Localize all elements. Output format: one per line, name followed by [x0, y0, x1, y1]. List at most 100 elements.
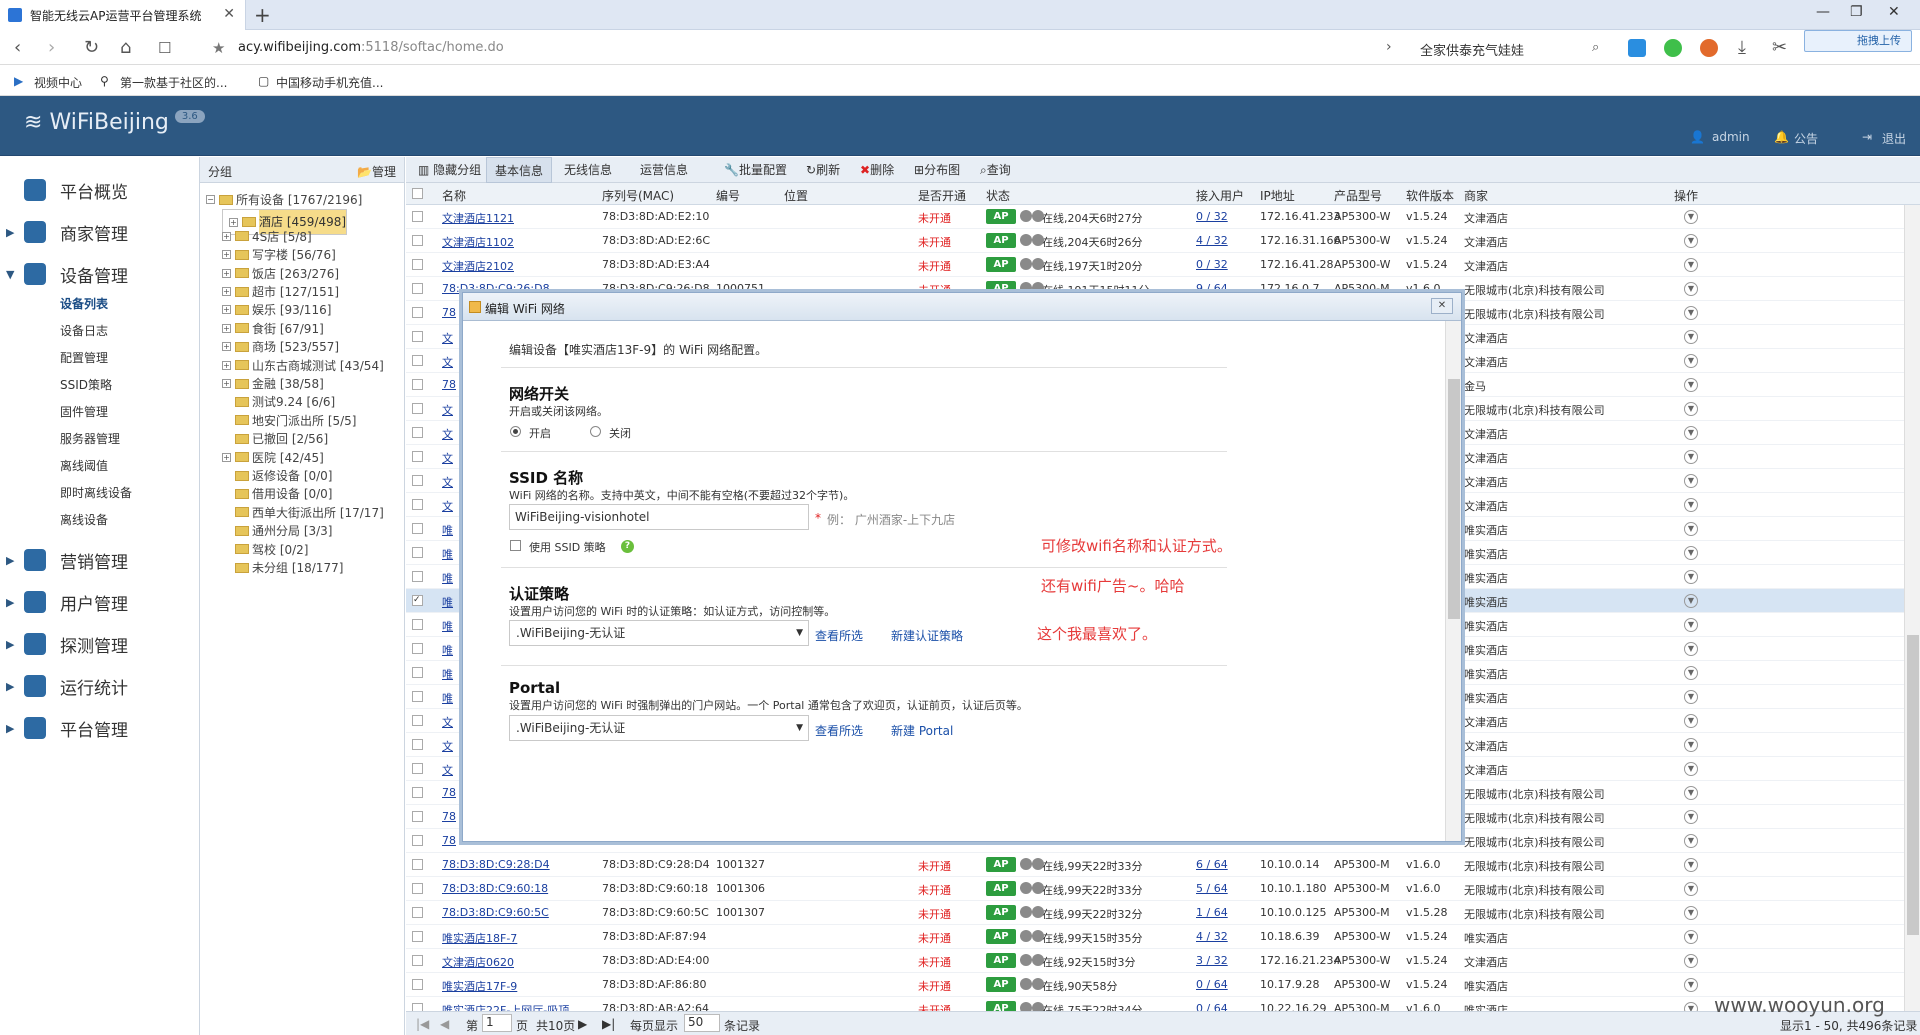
browser-tab[interactable]: 智能无线云AP运营平台管理系统 ✕: [0, 0, 246, 30]
cell-name[interactable]: 78:D3:8D:C9:60:18: [442, 882, 548, 895]
row-action-icon[interactable]: ▼: [1684, 498, 1698, 512]
row-checkbox[interactable]: [412, 211, 423, 222]
ssid-input[interactable]: WiFiBeijing-visionhotel: [509, 504, 809, 530]
row-checkbox[interactable]: [412, 955, 423, 966]
table-row[interactable]: 78:D3:8D:C9:60:18 78:D3:8D:C9:60:18 100130…: [406, 877, 1920, 901]
row-action-icon[interactable]: ▼: [1684, 810, 1698, 824]
row-action-icon[interactable]: ▼: [1684, 690, 1698, 704]
column-header[interactable]: 接入用户: [1196, 187, 1244, 204]
expand-icon[interactable]: +: [222, 268, 231, 278]
phone-icon[interactable]: [1628, 39, 1646, 57]
network-off-radio[interactable]: [590, 426, 601, 437]
cell-users[interactable]: 0 / 32: [1196, 258, 1228, 271]
auth-view-link[interactable]: 查看所选: [815, 627, 863, 644]
reader-icon[interactable]: ☐: [158, 39, 171, 57]
sidebar-item-overview[interactable]: 平台概览: [0, 175, 200, 205]
cell-users[interactable]: 0 / 32: [1196, 210, 1228, 223]
table-row[interactable]: 78:D3:8D:C9:28:D4 78:D3:8D:C9:28:D4 100132…: [406, 853, 1920, 877]
next-page-icon[interactable]: ▶: [578, 1017, 587, 1031]
notice-link[interactable]: 公告: [1794, 130, 1818, 147]
sidebar-item-marketing[interactable]: ▶ 营销管理: [0, 545, 200, 575]
row-checkbox[interactable]: [412, 859, 423, 870]
chevron-right-icon[interactable]: ›: [1386, 39, 1392, 55]
row-checkbox[interactable]: [412, 907, 423, 918]
cell-users[interactable]: 4 / 32: [1196, 234, 1228, 247]
cell-name[interactable]: 唯: [442, 570, 453, 586]
cell-name[interactable]: 文: [442, 714, 453, 730]
sidebar-sub-firmware[interactable]: 固件管理: [60, 403, 108, 420]
row-action-icon[interactable]: ▼: [1684, 618, 1698, 632]
chat-icon[interactable]: [1664, 39, 1682, 57]
table-row[interactable]: 唯实酒店17F-9 78:D3:8D:AF:86:80 未开通 在线,90天58分 0 …: [406, 973, 1920, 997]
row-action-icon[interactable]: ▼: [1684, 714, 1698, 728]
portal-view-link[interactable]: 查看所选: [815, 722, 863, 739]
table-row[interactable]: 78:D3:8D:C9:60:5C 78:D3:8D:C9:60:5C 100130…: [406, 901, 1920, 925]
expand-icon[interactable]: +: [222, 452, 231, 462]
row-action-icon[interactable]: ▼: [1684, 210, 1698, 224]
cell-name[interactable]: 文: [442, 762, 453, 778]
cell-name[interactable]: 文津酒店2102: [442, 258, 514, 274]
sidebar-sub-config[interactable]: 配置管理: [60, 349, 108, 366]
bookmark-star-icon[interactable]: ★: [212, 39, 225, 57]
column-header[interactable]: 软件版本: [1406, 187, 1454, 204]
tree-node[interactable]: + 医院 [42/45]: [222, 449, 324, 466]
query-button[interactable]: ⌕查询: [972, 157, 1019, 183]
hide-group-button[interactable]: ▥ 隐藏分组: [410, 157, 489, 183]
tree-node[interactable]: + 山东古商城测试 [43/54]: [222, 357, 384, 374]
column-header[interactable]: 序列号(MAC): [602, 187, 674, 204]
cell-name[interactable]: 唯: [442, 666, 453, 682]
row-checkbox[interactable]: [412, 619, 423, 630]
search-icon[interactable]: ⌕: [1592, 40, 1599, 55]
row-checkbox[interactable]: [412, 979, 423, 990]
user-name[interactable]: admin: [1712, 130, 1750, 144]
expand-icon[interactable]: +: [222, 250, 231, 260]
tree-node[interactable]: + 食街 [67/91]: [222, 320, 324, 337]
tree-node[interactable]: 返修设备 [0/0]: [222, 467, 333, 484]
tree-node[interactable]: 借用设备 [0/0]: [222, 485, 333, 502]
cell-name[interactable]: 78:D3:8D:C9:28:D4: [442, 858, 550, 871]
help-icon[interactable]: ?: [621, 540, 634, 553]
select-all-checkbox[interactable]: [412, 188, 423, 199]
close-window-icon[interactable]: ✕: [1888, 4, 1900, 20]
portal-new-link[interactable]: 新建 Portal: [891, 722, 953, 739]
tab-basic-info[interactable]: 基本信息: [486, 157, 553, 183]
tree-node[interactable]: 西单大街派出所 [17/17]: [222, 504, 384, 521]
expand-icon[interactable]: +: [222, 231, 231, 241]
cell-name[interactable]: 文: [442, 498, 453, 514]
cell-name[interactable]: 唯: [442, 642, 453, 658]
expand-icon[interactable]: +: [222, 287, 231, 296]
row-checkbox[interactable]: [412, 931, 423, 942]
row-checkbox[interactable]: ✓: [412, 595, 423, 606]
tab-wireless-info[interactable]: 无线信息: [556, 157, 620, 183]
cell-users[interactable]: 0 / 64: [1196, 978, 1228, 991]
tree-node[interactable]: + 写字楼 [56/76]: [222, 246, 336, 263]
cell-name[interactable]: 文: [442, 450, 453, 466]
table-row[interactable]: 唯实酒店18F-7 78:D3:8D:AF:87:94 未开通 在线,99天15时35…: [406, 925, 1920, 949]
row-action-icon[interactable]: ▼: [1684, 258, 1698, 272]
column-header[interactable]: 编号: [716, 187, 740, 204]
expand-icon[interactable]: +: [229, 217, 238, 227]
row-checkbox[interactable]: [412, 331, 423, 342]
row-checkbox[interactable]: [412, 547, 423, 558]
sidebar-item-platform[interactable]: ▶ 平台管理: [0, 713, 200, 743]
restore-icon[interactable]: ❐: [1850, 4, 1863, 20]
cell-name[interactable]: 78:D3:8D:C9:60:5C: [442, 906, 549, 919]
sidebar-item-stats[interactable]: ▶ 运行统计: [0, 671, 200, 701]
row-checkbox[interactable]: [412, 715, 423, 726]
table-row[interactable]: 文津酒店2102 78:D3:8D:AD:E3:A4 未开通 在线,197天1时20分…: [406, 253, 1920, 277]
row-action-icon[interactable]: ▼: [1684, 306, 1698, 320]
dialog-scrollbar[interactable]: [1445, 321, 1461, 841]
row-action-icon[interactable]: ▼: [1684, 546, 1698, 560]
batch-config-button[interactable]: 🔧批量配置: [716, 157, 795, 183]
row-checkbox[interactable]: [412, 451, 423, 462]
row-action-icon[interactable]: ▼: [1684, 906, 1698, 920]
cell-name[interactable]: 文: [442, 330, 453, 346]
row-action-icon[interactable]: ▼: [1684, 354, 1698, 368]
row-action-icon[interactable]: ▼: [1684, 378, 1698, 392]
row-checkbox[interactable]: [412, 235, 423, 246]
row-action-icon[interactable]: ▼: [1684, 330, 1698, 344]
cell-users[interactable]: 6 / 64: [1196, 858, 1228, 871]
cell-users[interactable]: 1 / 64: [1196, 906, 1228, 919]
tree-node[interactable]: 驾校 [0/2]: [222, 541, 309, 558]
row-checkbox[interactable]: [412, 307, 423, 318]
